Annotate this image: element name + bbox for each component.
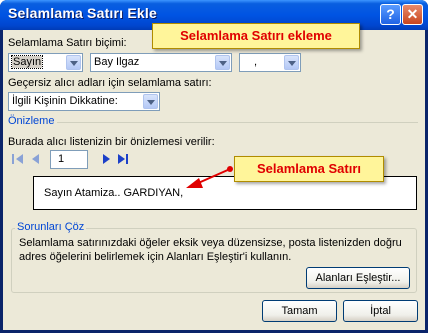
callout-top: Selamlama Satırı ekleme: [152, 23, 360, 49]
callout-middle: Selamlama Satırı: [234, 156, 384, 182]
